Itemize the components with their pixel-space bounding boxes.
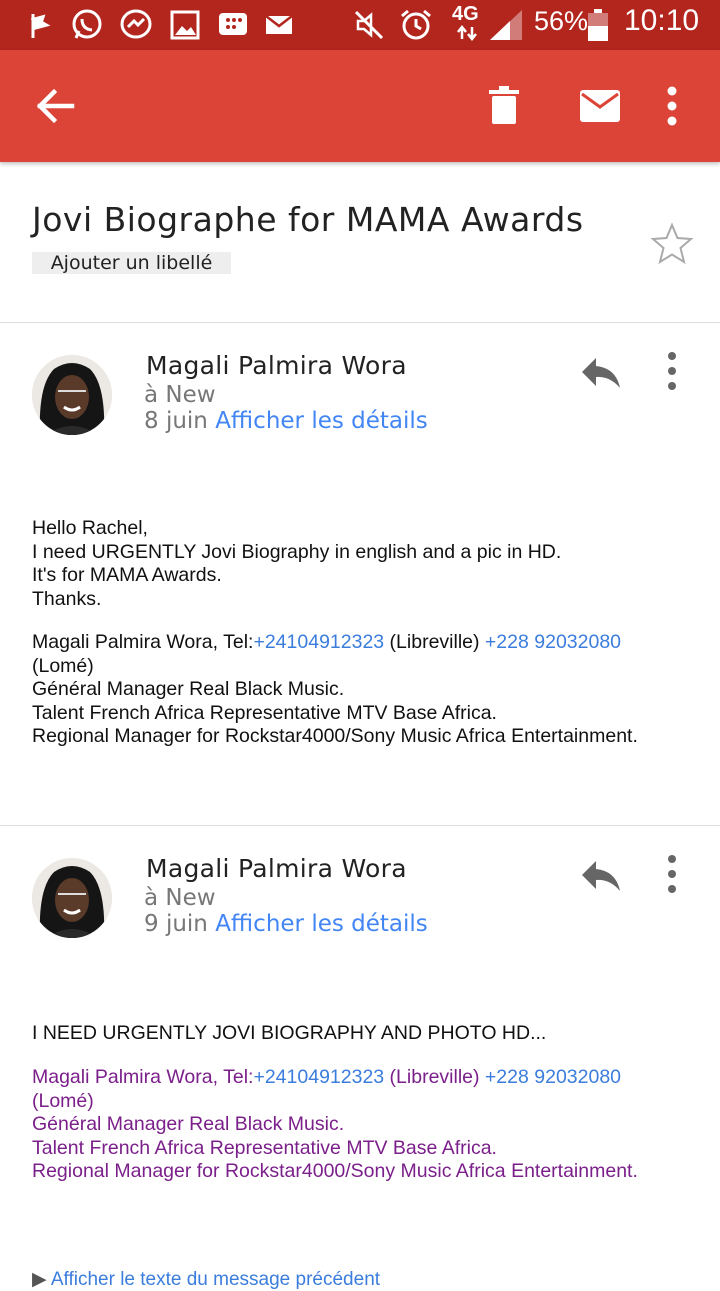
signature-line: Général Manager Real Black Music.: [32, 1113, 345, 1135]
signature-line: Talent French Africa Representative MTV …: [32, 701, 497, 724]
envelope-icon[interactable]: [572, 78, 628, 134]
message-date-line: 8 juin Afficher les détails: [144, 408, 428, 434]
signal-icon: [490, 10, 522, 40]
network-type: 4G: [452, 3, 479, 25]
recipient: à New: [144, 885, 216, 911]
battery-icon: [588, 9, 608, 41]
divider: [0, 322, 720, 323]
back-arrow-icon[interactable]: [28, 78, 84, 134]
message-more-icon[interactable]: [662, 854, 682, 894]
quoted-signature: Magali Palmira Wora, Tel:+24104912323 (L…: [32, 1066, 702, 1184]
gallery-icon: [170, 10, 200, 40]
phone-link[interactable]: +228 92032080: [485, 631, 621, 653]
whatsapp-icon: [72, 9, 102, 39]
signature-line: Regional Manager for Rockstar4000/Sony M…: [32, 725, 638, 747]
signature-line: Talent French Africa Representative MTV …: [32, 1136, 497, 1159]
message-more-icon[interactable]: [662, 351, 682, 391]
message-body: I NEED URGENTLY JOVI BIOGRAPHY AND PHOTO…: [32, 1022, 702, 1046]
more-vert-icon[interactable]: [644, 78, 700, 134]
body-line: Thanks.: [32, 587, 102, 610]
message-body: Hello Rachel, I need URGENTLY Jovi Biogra…: [32, 517, 702, 611]
bbm-icon: [219, 13, 247, 35]
email-subject: Jovi Biographe for MAMA Awards: [32, 200, 584, 239]
mute-icon: [354, 10, 384, 40]
app-toolbar: [0, 50, 720, 162]
signature-city: (Lomé): [32, 1089, 94, 1112]
data-arrows-icon: [457, 25, 477, 41]
body-line: I need URGENTLY Jovi Biography in englis…: [32, 540, 562, 563]
signature-city: (Lomé): [32, 654, 94, 677]
signature-prefix: Magali Palmira Wora, Tel:: [32, 1066, 254, 1088]
avatar[interactable]: [32, 355, 112, 435]
message-date: 8 juin: [144, 408, 208, 434]
alarm-icon: [401, 9, 431, 40]
battery-percent: 56%: [534, 6, 589, 36]
sender-name: Magali Palmira Wora: [146, 351, 407, 380]
reply-icon[interactable]: [578, 855, 622, 895]
trash-icon[interactable]: [476, 78, 532, 134]
signature: Magali Palmira Wora, Tel:+24104912323 (L…: [32, 631, 702, 749]
sender-name: Magali Palmira Wora: [146, 854, 407, 883]
signature-city: (Libreville): [384, 1066, 485, 1088]
body-line: I NEED URGENTLY JOVI BIOGRAPHY AND PHOTO…: [32, 1022, 547, 1044]
phone-link[interactable]: +24104912323: [253, 631, 384, 653]
signature-contact-line: Magali Palmira Wora, Tel:+24104912323 (L…: [32, 1066, 702, 1090]
avatar[interactable]: [32, 858, 112, 938]
recipient: à New: [144, 382, 216, 408]
body-line: It's for MAMA Awards.: [32, 564, 222, 586]
message-date-line: 9 juin Afficher les détails: [144, 911, 428, 937]
show-details-link[interactable]: Afficher les détails: [215, 911, 428, 937]
messenger-icon: [120, 9, 152, 39]
signature-contact-line: Magali Palmira Wora, Tel:+24104912323 (L…: [32, 631, 702, 655]
divider: [0, 825, 720, 826]
star-icon[interactable]: [650, 222, 694, 266]
clock: 10:10: [624, 4, 700, 37]
signature-line: Regional Manager for Rockstar4000/Sony M…: [32, 1160, 638, 1182]
signature-prefix: Magali Palmira Wora, Tel:: [32, 631, 254, 653]
show-details-link[interactable]: Afficher les détails: [215, 408, 428, 434]
signature-city: (Libreville): [384, 631, 485, 653]
signature-line: Général Manager Real Black Music.: [32, 678, 345, 700]
message-date: 9 juin: [144, 911, 208, 937]
status-bar: 4G 56% 10:10: [0, 0, 720, 50]
body-line: Hello Rachel,: [32, 517, 148, 539]
reply-icon[interactable]: [578, 352, 622, 392]
add-label-button[interactable]: Ajouter un libellé: [32, 252, 231, 274]
phone-link[interactable]: +228 92032080: [485, 1066, 621, 1088]
flag-icon: [30, 14, 51, 38]
gmail-icon: [265, 15, 293, 34]
phone-link[interactable]: +24104912323: [253, 1066, 384, 1088]
